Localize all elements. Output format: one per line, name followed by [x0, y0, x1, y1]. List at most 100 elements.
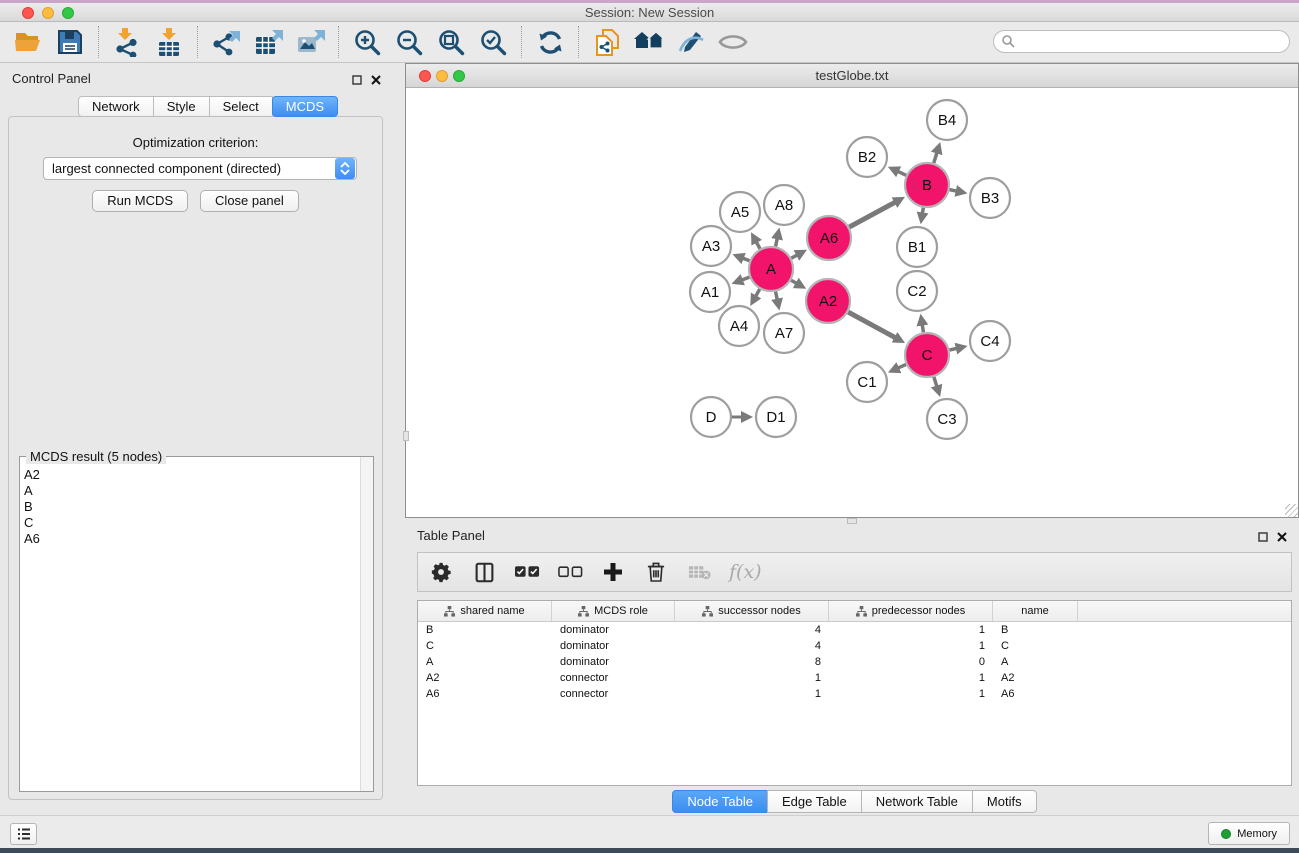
import-network-icon[interactable]: [111, 26, 143, 58]
tab-network-table[interactable]: Network Table: [861, 790, 973, 813]
network-node-A6[interactable]: A6: [807, 216, 851, 260]
tab-motifs[interactable]: Motifs: [972, 790, 1037, 813]
network-edge-A-A6[interactable]: [791, 254, 798, 258]
tab-select[interactable]: Select: [209, 96, 273, 117]
network-node-A8[interactable]: A8: [764, 185, 804, 225]
network-node-C3[interactable]: C3: [927, 399, 967, 439]
network-edge-C-C4[interactable]: [949, 348, 957, 350]
tab-mcds[interactable]: MCDS: [272, 96, 338, 117]
refresh-icon[interactable]: [534, 26, 566, 58]
create-column-icon[interactable]: [600, 559, 626, 585]
network-node-C1[interactable]: C1: [847, 362, 887, 402]
network-edge-A-A1[interactable]: [741, 277, 750, 280]
deselect-all-icon[interactable]: [557, 559, 583, 585]
mcds-result-item[interactable]: A6: [22, 531, 359, 547]
network-edge-B-B3[interactable]: [950, 190, 958, 192]
mcds-result-item[interactable]: B: [22, 499, 359, 515]
network-node-B1[interactable]: B1: [897, 227, 937, 267]
clone-network-icon[interactable]: [591, 26, 623, 58]
mcds-result-item[interactable]: A2: [22, 467, 359, 483]
minimize-window-button[interactable]: [42, 7, 54, 19]
mcds-result-item[interactable]: A: [22, 483, 359, 499]
import-table-icon[interactable]: [153, 26, 185, 58]
network-edge-B-B4[interactable]: [934, 152, 938, 163]
network-maximize-button[interactable]: [453, 70, 465, 82]
network-edge-A2-C[interactable]: [848, 312, 896, 338]
table-row[interactable]: Adominator80A: [418, 654, 1291, 670]
tab-network[interactable]: Network: [78, 96, 154, 117]
network-edge-C-C3[interactable]: [934, 377, 937, 388]
hide-annotations-icon[interactable]: [675, 26, 707, 58]
network-node-A7[interactable]: A7: [764, 313, 804, 353]
network-node-A[interactable]: A: [749, 247, 793, 291]
network-close-button[interactable]: [419, 70, 431, 82]
table-row[interactable]: A6connector11A6: [418, 686, 1291, 702]
network-node-A4[interactable]: A4: [719, 306, 759, 346]
open-folder-icon[interactable]: [12, 26, 44, 58]
tab-style[interactable]: Style: [153, 96, 210, 117]
network-node-C2[interactable]: C2: [897, 271, 937, 311]
network-edge-A-A5[interactable]: [756, 241, 760, 249]
memory-button[interactable]: Memory: [1208, 822, 1290, 845]
home-icon[interactable]: [633, 26, 665, 58]
network-node-C4[interactable]: C4: [970, 321, 1010, 361]
close-panel-icon[interactable]: [371, 72, 381, 90]
network-edge-A6-B[interactable]: [849, 202, 896, 227]
network-edge-B-B2[interactable]: [897, 171, 906, 175]
splitter-grip-bottom[interactable]: [847, 518, 857, 524]
network-node-D1[interactable]: D1: [756, 397, 796, 437]
maximize-window-button[interactable]: [62, 7, 74, 19]
column-header-successor-nodes[interactable]: successor nodes: [675, 601, 829, 621]
network-edge-A-A3[interactable]: [742, 258, 750, 261]
select-all-icon[interactable]: [514, 559, 540, 585]
export-network-icon[interactable]: [210, 26, 242, 58]
table-row[interactable]: Cdominator41C: [418, 638, 1291, 654]
zoom-selected-icon[interactable]: [477, 26, 509, 58]
float-panel-icon[interactable]: [1258, 529, 1268, 547]
network-node-D[interactable]: D: [691, 397, 731, 437]
float-panel-icon[interactable]: [352, 72, 362, 90]
show-hide-graphics-icon[interactable]: [717, 26, 749, 58]
column-header-name[interactable]: name: [993, 601, 1078, 621]
network-node-C[interactable]: C: [905, 333, 949, 377]
show-columns-icon[interactable]: [471, 559, 497, 585]
network-node-B[interactable]: B: [905, 163, 949, 207]
close-panel-button[interactable]: Close panel: [200, 190, 299, 212]
table-row[interactable]: Bdominator41B: [418, 622, 1291, 638]
export-table-icon[interactable]: [252, 26, 284, 58]
network-edge-A-A4[interactable]: [755, 289, 760, 297]
network-edge-C-C2[interactable]: [922, 324, 923, 333]
network-node-A2[interactable]: A2: [806, 279, 850, 323]
network-node-A5[interactable]: A5: [720, 192, 760, 232]
search-input[interactable]: [993, 30, 1290, 53]
splitter-grip-left[interactable]: [403, 431, 409, 441]
optimization-criterion-select[interactable]: largest connected component (directed): [43, 157, 357, 180]
network-node-B4[interactable]: B4: [927, 100, 967, 140]
close-window-button[interactable]: [22, 7, 34, 19]
close-panel-icon[interactable]: [1277, 529, 1287, 547]
network-edge-A-A8[interactable]: [776, 237, 778, 246]
delete-column-icon[interactable]: [643, 559, 669, 585]
resize-corner-handle[interactable]: [1285, 504, 1298, 517]
network-edge-A-A7[interactable]: [776, 292, 778, 301]
run-mcds-button[interactable]: Run MCDS: [92, 190, 188, 212]
zoom-fit-icon[interactable]: [435, 26, 467, 58]
mcds-result-item[interactable]: C: [22, 515, 359, 531]
network-node-B2[interactable]: B2: [847, 137, 887, 177]
result-scrollbar[interactable]: [360, 457, 373, 791]
table-row[interactable]: A2connector11A2: [418, 670, 1291, 686]
tab-node-table[interactable]: Node Table: [672, 790, 768, 813]
column-header-MCDS-role[interactable]: MCDS role: [552, 601, 675, 621]
gear-icon[interactable]: [428, 559, 454, 585]
export-image-icon[interactable]: [294, 26, 326, 58]
network-edge-B-B1[interactable]: [922, 208, 923, 215]
network-edge-C-C1[interactable]: [897, 364, 906, 368]
tab-edge-table[interactable]: Edge Table: [767, 790, 862, 813]
column-header-predecessor-nodes[interactable]: predecessor nodes: [829, 601, 993, 621]
task-history-button[interactable]: [10, 823, 37, 845]
network-node-A3[interactable]: A3: [691, 226, 731, 266]
network-edge-A-A2[interactable]: [791, 280, 797, 284]
network-canvas[interactable]: AA1A2A3A4A5A6A7A8BB1B2B3B4CC1C2C3C4DD1: [406, 88, 1298, 517]
zoom-in-icon[interactable]: [351, 26, 383, 58]
column-header-shared-name[interactable]: shared name: [418, 601, 552, 621]
